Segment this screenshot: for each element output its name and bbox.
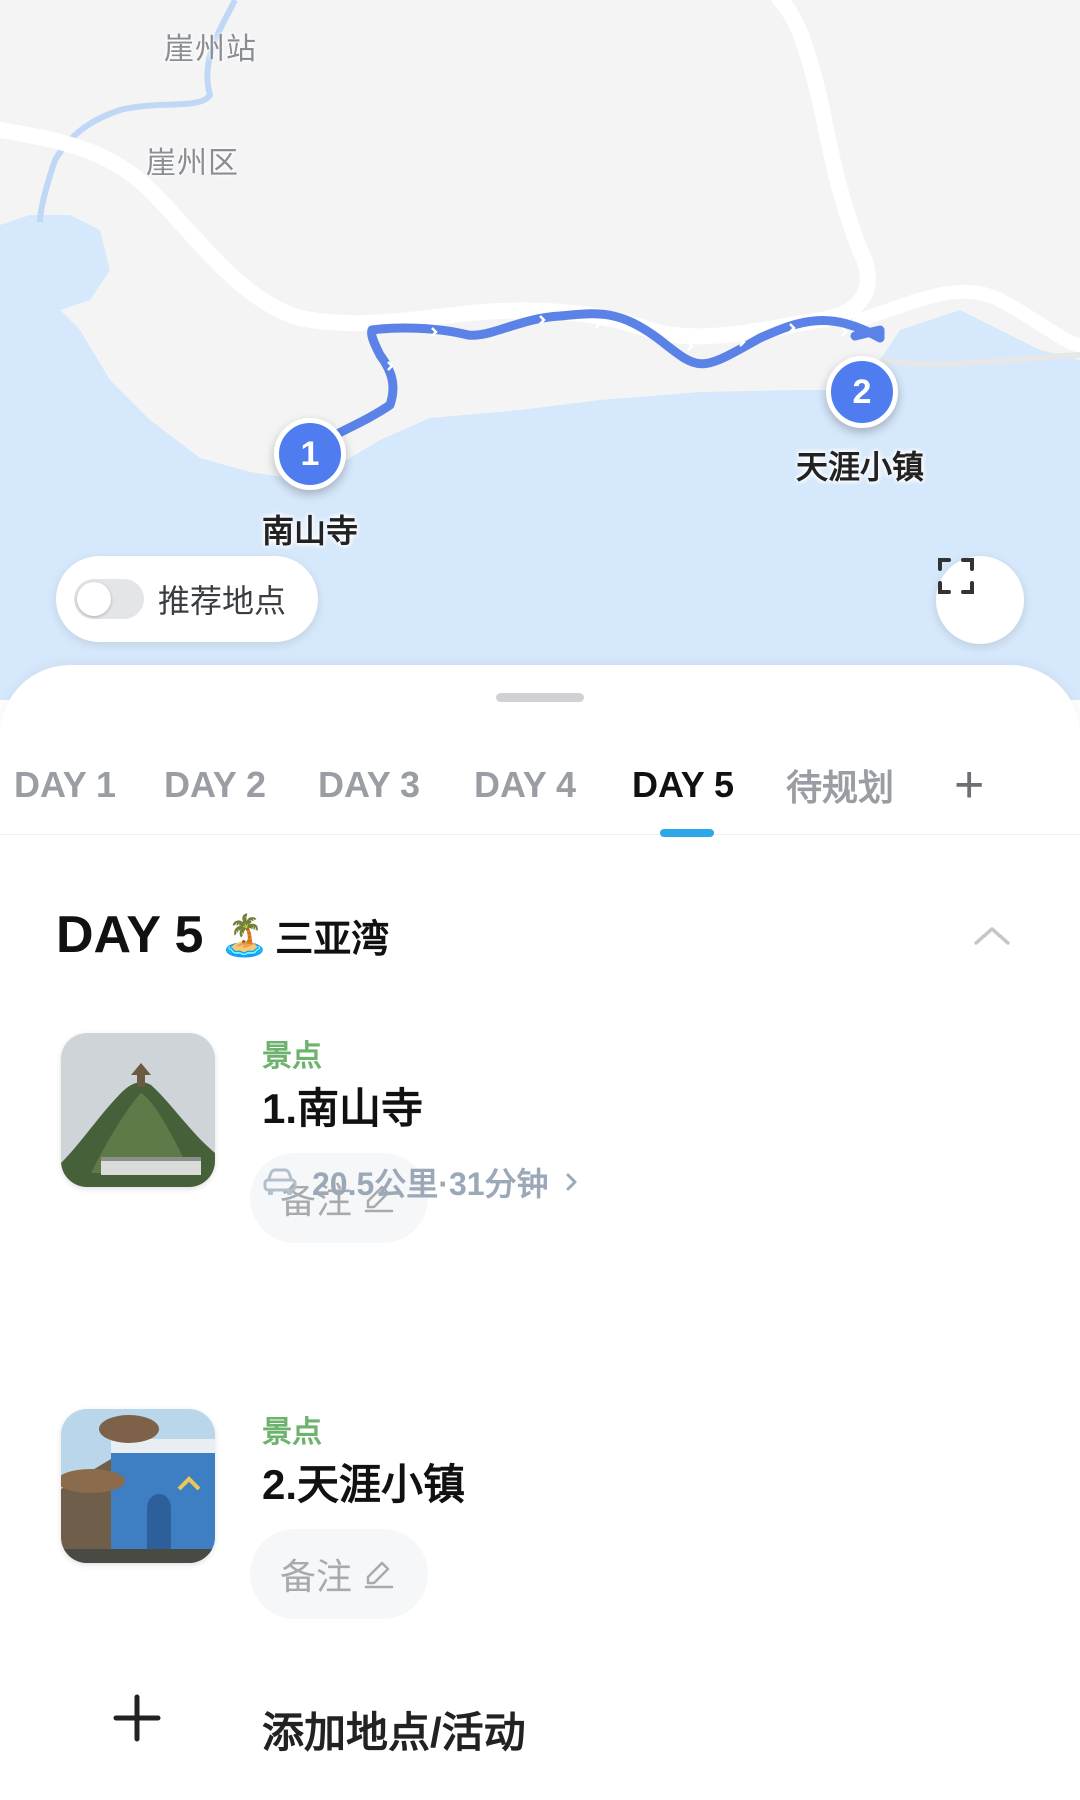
tab-day-3[interactable]: DAY 3 <box>318 745 420 825</box>
add-place-label: 添加地点/活动 <box>262 1709 526 1756</box>
edit-pencil-icon <box>364 1561 394 1589</box>
chevron-right-icon <box>566 1173 577 1191</box>
tab-day-2[interactable]: DAY 2 <box>164 745 266 825</box>
itinerary-stop[interactable]: 景点 1.南山寺 备注 <box>56 1025 1036 1255</box>
stop-thumbnail-tianya[interactable] <box>61 1409 215 1563</box>
sheet-drag-handle[interactable] <box>496 693 584 702</box>
route-segment-info[interactable]: 20.5公里·31分钟 <box>262 1159 581 1205</box>
stop-name[interactable]: 1.南山寺 <box>262 1075 423 1136</box>
itinerary-sheet: DAY 1 DAY 2 DAY 3 DAY 4 DAY 5 待规划 + DAY … <box>0 665 1080 1800</box>
add-place-activity-button[interactable]: 添加地点/活动 <box>112 1693 1012 1763</box>
plus-icon <box>113 1694 161 1742</box>
map-label-district: 崖州区 <box>146 147 239 180</box>
active-tab-indicator <box>660 829 714 837</box>
fullscreen-button[interactable] <box>936 556 1024 644</box>
fullscreen-icon <box>938 558 974 594</box>
island-emoji-icon: 🏝️ <box>219 913 270 958</box>
stop-category: 景点 <box>262 1416 322 1449</box>
map-pin-label-2: 天涯小镇 <box>796 449 925 485</box>
map-pin-number: 1 <box>300 434 320 473</box>
route-distance-time: 20.5公里·31分钟 <box>312 1166 549 1202</box>
toggle-label: 推荐地点 <box>158 583 287 619</box>
tab-day-5[interactable]: DAY 5 <box>632 745 734 825</box>
map-pin-2[interactable]: 2 <box>826 356 898 428</box>
chevron-up-icon <box>974 927 1010 945</box>
map-pin-number: 2 <box>852 372 872 411</box>
tab-day-4[interactable]: DAY 4 <box>474 745 576 825</box>
collapse-button[interactable] <box>972 923 1012 952</box>
day-place: 三亚湾 <box>275 918 390 961</box>
map-label-station: 崖州站 <box>164 33 257 66</box>
map-pin-1[interactable]: 1 <box>274 418 346 490</box>
route-map[interactable]: 崖州站 崖州区 1 南山寺 2 天涯小镇 推荐地点 <box>0 0 1080 700</box>
toggle-switch[interactable] <box>74 579 144 619</box>
stop-name[interactable]: 2.天涯小镇 <box>262 1451 465 1512</box>
temple-photo-image <box>61 1033 215 1187</box>
day-header: DAY 5 🏝️ 三亚湾 <box>56 905 389 965</box>
trip-planner-screen: 崖州站 崖州区 1 南山寺 2 天涯小镇 推荐地点 DAY 1 DAY 2 DA… <box>0 0 1080 1800</box>
town-photo-image <box>61 1409 215 1563</box>
day-title: DAY 5 <box>56 906 204 964</box>
toggle-knob <box>77 582 111 616</box>
car-icon <box>263 1168 297 1195</box>
day-tabs: DAY 1 DAY 2 DAY 3 DAY 4 DAY 5 待规划 + <box>0 745 1080 835</box>
itinerary-stop[interactable]: 景点 2.天涯小镇 备注 <box>56 1401 1036 1631</box>
add-day-button[interactable]: + <box>954 745 984 825</box>
recommend-places-toggle[interactable]: 推荐地点 <box>56 556 318 642</box>
stop-category: 景点 <box>262 1040 322 1073</box>
map-pin-label-1: 南山寺 <box>262 513 359 549</box>
tab-unplanned[interactable]: 待规划 <box>786 745 894 825</box>
stop-thumbnail-nanshan[interactable] <box>61 1033 215 1187</box>
tab-day-1[interactable]: DAY 1 <box>14 745 116 825</box>
note-button[interactable]: 备注 <box>250 1529 428 1619</box>
note-label: 备注 <box>280 1556 353 1597</box>
